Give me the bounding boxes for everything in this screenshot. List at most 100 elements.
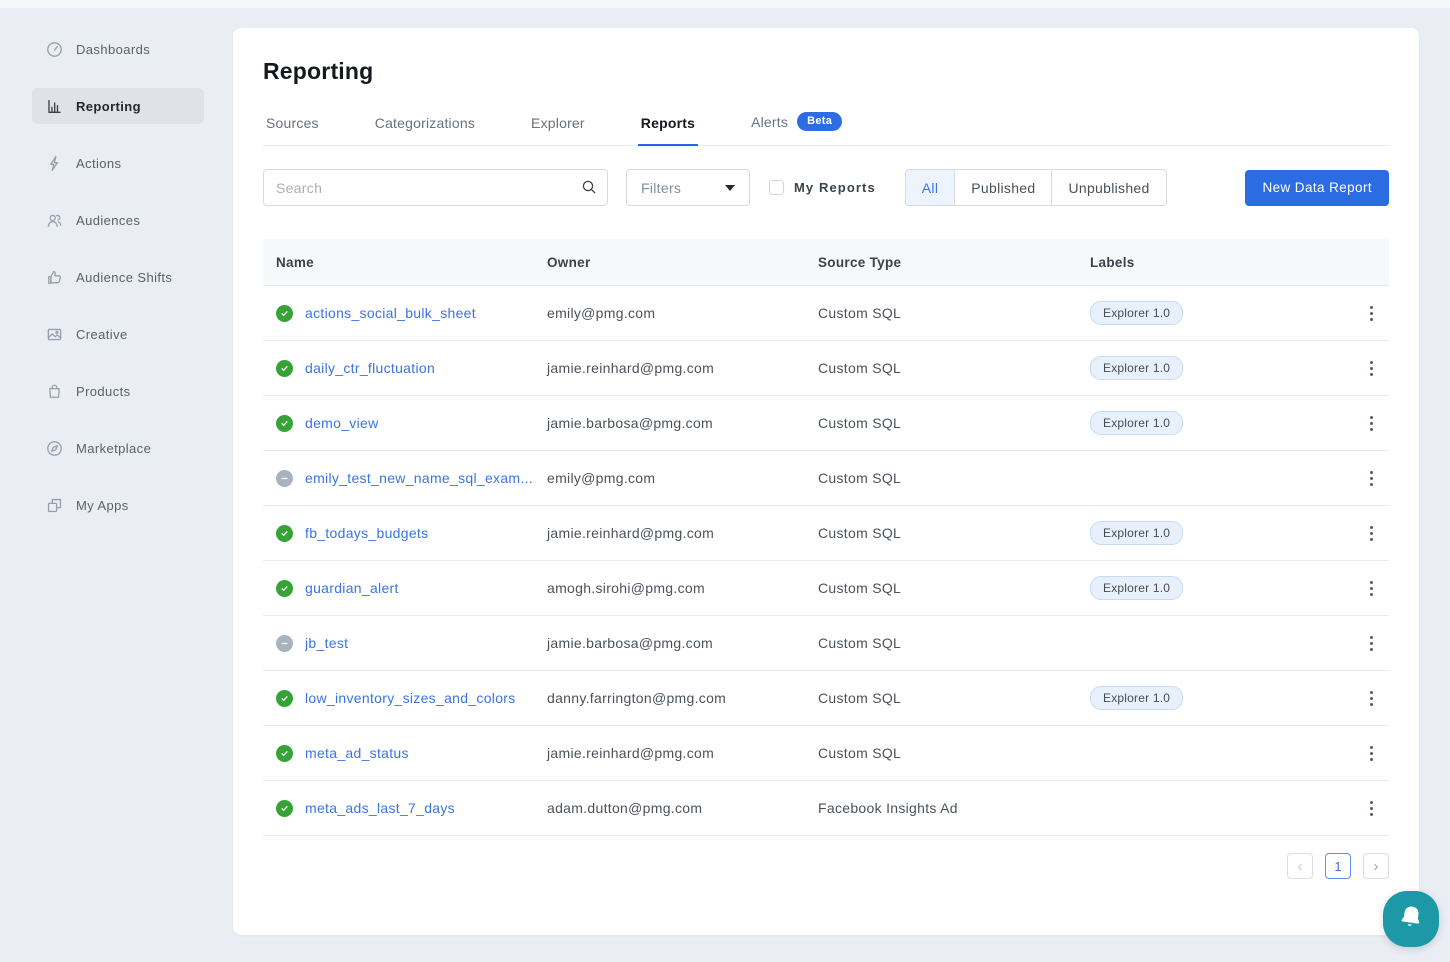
report-name-link[interactable]: meta_ads_last_7_days: [305, 800, 455, 816]
sidebar-item-label: Creative: [76, 327, 128, 342]
search-input[interactable]: [263, 169, 608, 206]
reports-table: Name Owner Source Type Labels actions_so…: [263, 239, 1389, 879]
segment-all[interactable]: All: [906, 170, 954, 205]
labels-cell: Explorer 1.0: [1090, 301, 1353, 325]
table-row: meta_ad_status jamie.reinhard@pmg.comCust…: [263, 726, 1389, 781]
owner-cell: adam.dutton@pmg.com: [547, 800, 818, 816]
audiences-icon: [46, 212, 63, 229]
filters-label: Filters: [641, 180, 681, 196]
tab-explorer[interactable]: Explorer: [528, 115, 588, 146]
source-type-cell: Facebook Insights Ad: [818, 800, 1090, 816]
tab-alerts[interactable]: AlertsBeta: [748, 112, 845, 146]
column-header-owner: Owner: [547, 255, 818, 270]
segment-unpublished[interactable]: Unpublished: [1051, 170, 1165, 205]
filters-dropdown[interactable]: Filters: [626, 169, 750, 206]
sidebar-item-label: Dashboards: [76, 42, 150, 57]
row-actions-kebab-icon[interactable]: [1353, 795, 1389, 822]
source-type-cell: Custom SQL: [818, 745, 1090, 761]
new-data-report-button[interactable]: New Data Report: [1245, 170, 1389, 206]
sidebar-item-creative[interactable]: Creative: [32, 316, 204, 352]
tab-label: Reports: [641, 115, 695, 131]
tab-sources[interactable]: Sources: [263, 115, 322, 146]
sidebar-item-reporting[interactable]: Reporting: [32, 88, 204, 124]
beta-badge: Beta: [797, 112, 842, 131]
search-field-wrap: [263, 169, 608, 206]
chevron-left-icon: ‹: [1298, 858, 1303, 875]
labels-cell: Explorer 1.0: [1090, 356, 1353, 380]
report-name-link[interactable]: guardian_alert: [305, 580, 399, 596]
owner-cell: jamie.barbosa@pmg.com: [547, 635, 818, 651]
sidebar-item-marketplace[interactable]: Marketplace: [32, 430, 204, 466]
my-reports-checkbox[interactable]: [769, 180, 784, 195]
report-name-link[interactable]: meta_ad_status: [305, 745, 409, 761]
bell-icon: [1397, 903, 1425, 936]
pagination-next-button[interactable]: ›: [1363, 853, 1389, 879]
row-actions-kebab-icon[interactable]: [1353, 355, 1389, 382]
table-row: meta_ads_last_7_days adam.dutton@pmg.comF…: [263, 781, 1389, 836]
owner-cell: jamie.reinhard@pmg.com: [547, 745, 818, 761]
sidebar-item-my-apps[interactable]: My Apps: [32, 487, 204, 523]
sidebar-item-label: Audiences: [76, 213, 140, 228]
search-icon: [581, 179, 597, 195]
owner-cell: jamie.barbosa@pmg.com: [547, 415, 818, 431]
tab-label: Sources: [266, 115, 319, 131]
my-apps-icon: [46, 497, 63, 514]
source-type-cell: Custom SQL: [818, 470, 1090, 486]
sidebar-item-label: Marketplace: [76, 441, 151, 456]
tab-categorizations[interactable]: Categorizations: [372, 115, 478, 146]
row-actions-kebab-icon[interactable]: [1353, 410, 1389, 437]
sidebar-item-actions[interactable]: Actions: [32, 145, 204, 181]
table-row: low_inventory_sizes_and_colorsdanny.farr…: [263, 671, 1389, 726]
publish-filter-segmented: AllPublishedUnpublished: [905, 169, 1167, 206]
tab-label: Categorizations: [375, 115, 475, 131]
owner-cell: emily@pmg.com: [547, 305, 818, 321]
my-reports-toggle[interactable]: My Reports: [769, 180, 876, 195]
sidebar-item-dashboards[interactable]: Dashboards: [32, 31, 204, 67]
my-reports-label: My Reports: [794, 180, 876, 195]
owner-cell: jamie.reinhard@pmg.com: [547, 360, 818, 376]
sidebar: Dashboards Reporting Actions Audiences Audie…: [0, 0, 233, 962]
actions-icon: [46, 155, 63, 172]
report-name-link[interactable]: actions_social_bulk_sheet: [305, 305, 476, 321]
report-name-link[interactable]: low_inventory_sizes_and_colors: [305, 690, 516, 706]
labels-cell: Explorer 1.0: [1090, 576, 1353, 600]
sidebar-item-label: Actions: [76, 156, 121, 171]
labels-cell: Explorer 1.0: [1090, 521, 1353, 545]
published-check-icon: [276, 580, 293, 597]
report-name-link[interactable]: jb_test: [305, 635, 348, 651]
name-cell: daily_ctr_fluctuation: [263, 360, 547, 377]
sidebar-item-label: Reporting: [76, 99, 141, 114]
table-row: jb_test jamie.barbosa@pmg.comCustom SQL: [263, 616, 1389, 671]
sidebar-item-products[interactable]: Products: [32, 373, 204, 409]
chat-widget-button[interactable]: [1383, 891, 1439, 947]
row-actions-kebab-icon[interactable]: [1353, 630, 1389, 657]
pagination: ‹ 1 ›: [263, 853, 1389, 879]
sidebar-item-audiences[interactable]: Audiences: [32, 202, 204, 238]
name-cell: emily_test_new_name_sql_exam...: [263, 470, 547, 487]
published-check-icon: [276, 745, 293, 762]
unpublished-minus-icon: [276, 470, 293, 487]
sidebar-item-audience-shifts[interactable]: Audience Shifts: [32, 259, 204, 295]
report-name-link[interactable]: fb_todays_budgets: [305, 525, 428, 541]
row-actions-kebab-icon[interactable]: [1353, 520, 1389, 547]
row-actions-kebab-icon[interactable]: [1353, 300, 1389, 327]
row-actions-kebab-icon[interactable]: [1353, 740, 1389, 767]
segment-published[interactable]: Published: [954, 170, 1051, 205]
report-name-link[interactable]: demo_view: [305, 415, 379, 431]
row-actions-kebab-icon[interactable]: [1353, 685, 1389, 712]
report-name-link[interactable]: daily_ctr_fluctuation: [305, 360, 435, 376]
source-type-cell: Custom SQL: [818, 415, 1090, 431]
source-type-cell: Custom SQL: [818, 360, 1090, 376]
row-actions-kebab-icon[interactable]: [1353, 575, 1389, 602]
row-actions-kebab-icon[interactable]: [1353, 465, 1389, 492]
pagination-prev-button[interactable]: ‹: [1287, 853, 1313, 879]
owner-cell: jamie.reinhard@pmg.com: [547, 525, 818, 541]
report-name-link[interactable]: emily_test_new_name_sql_exam...: [305, 470, 533, 486]
pagination-page-button[interactable]: 1: [1325, 853, 1351, 879]
source-type-cell: Custom SQL: [818, 635, 1090, 651]
sidebar-item-label: My Apps: [76, 498, 129, 513]
tab-reports[interactable]: Reports: [638, 115, 698, 146]
label-pill: Explorer 1.0: [1090, 686, 1183, 710]
name-cell: meta_ads_last_7_days: [263, 800, 547, 817]
reporting-icon: [46, 98, 63, 115]
